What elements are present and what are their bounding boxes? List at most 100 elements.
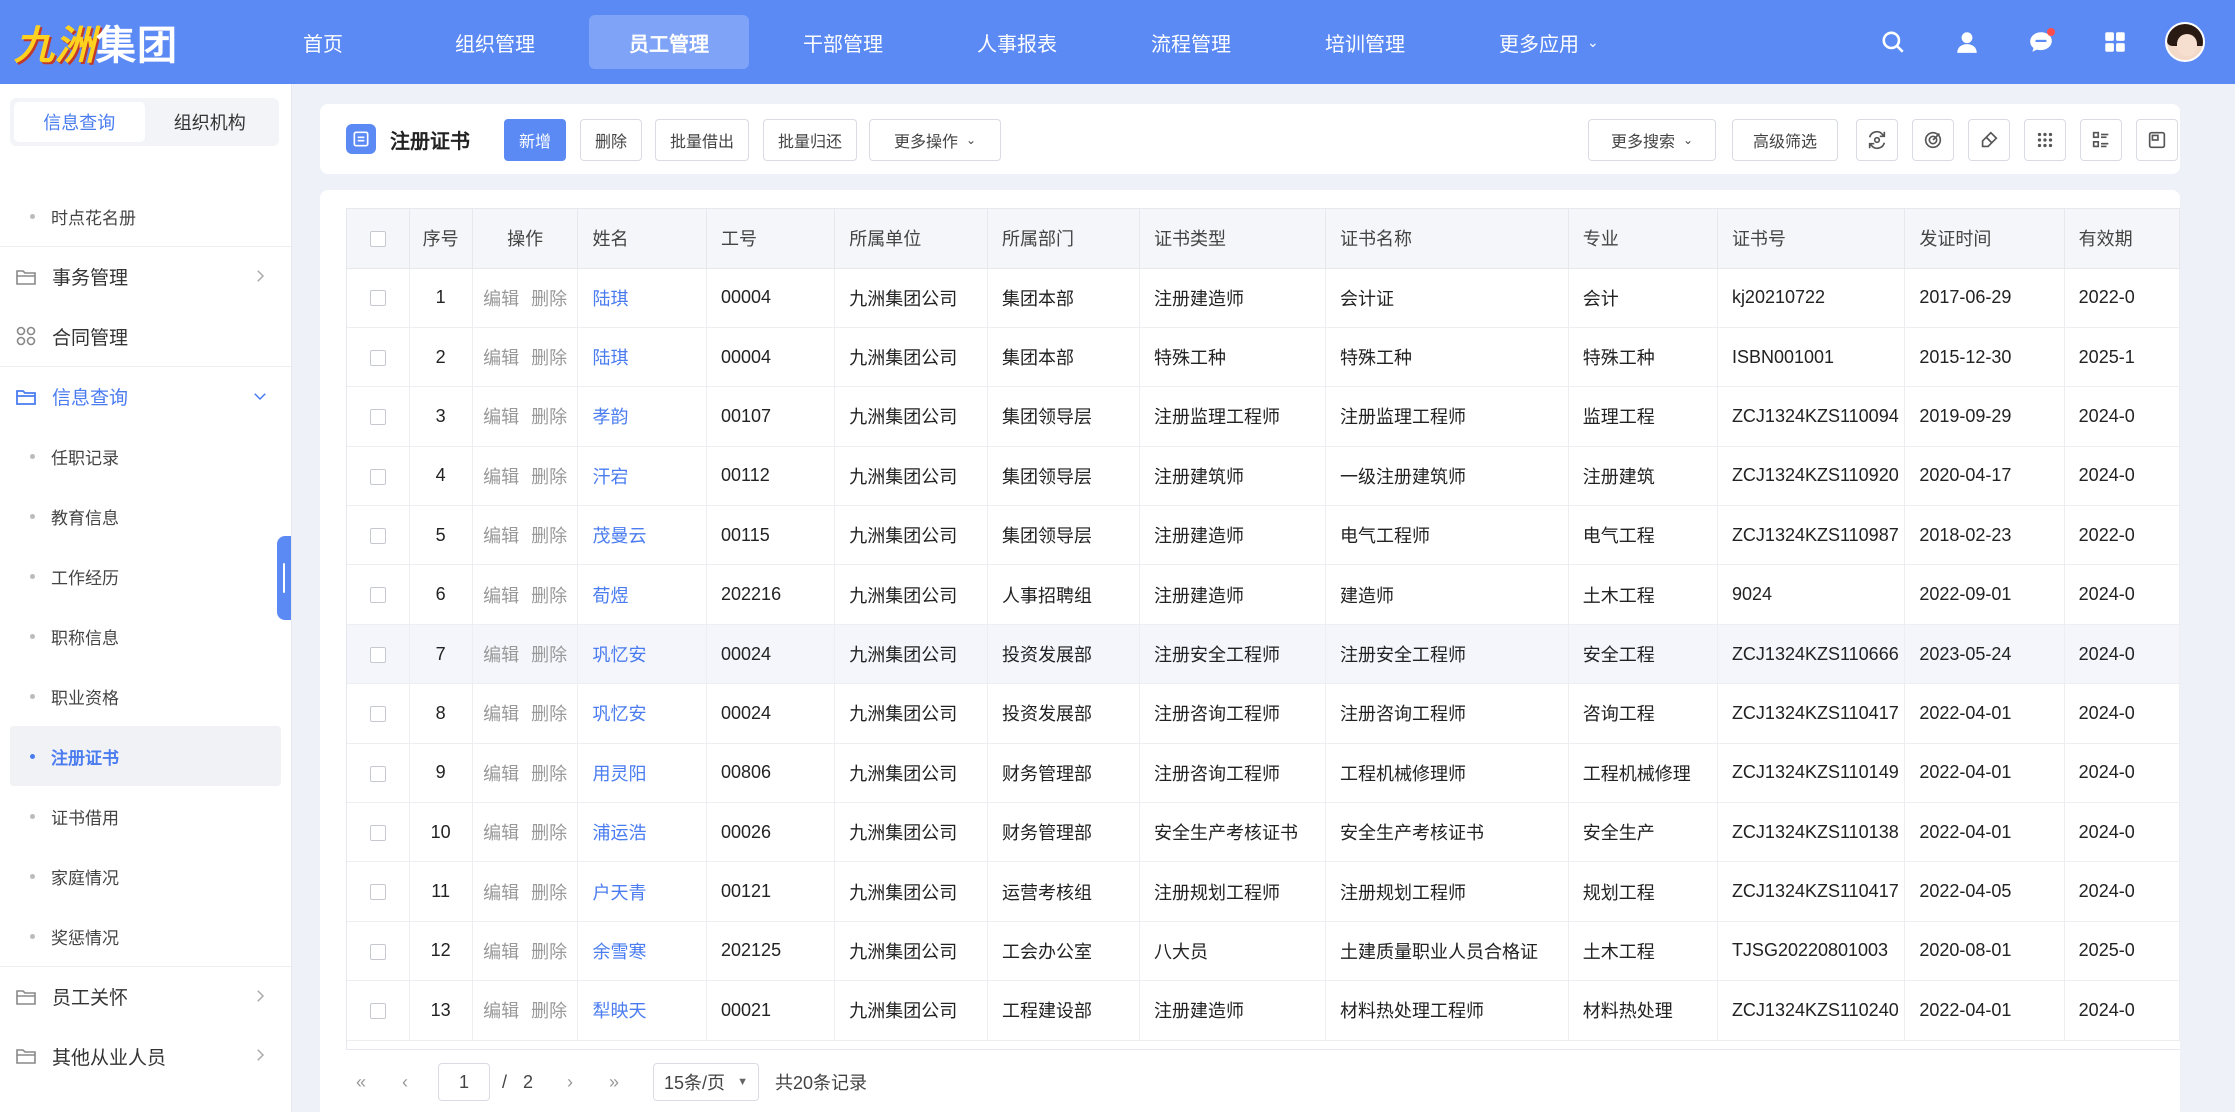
nav-item[interactable]: 首页 (245, 15, 401, 69)
checkbox[interactable] (369, 231, 386, 247)
prev-page-icon[interactable]: ‹ (390, 1067, 420, 1097)
cell-name-link[interactable]: 茂曼云 (577, 505, 708, 566)
checkbox[interactable] (369, 884, 386, 901)
refresh-icon[interactable] (1856, 119, 1898, 161)
column-header[interactable]: 序号 (409, 209, 473, 269)
cell-name-link[interactable]: 陆琪 (577, 327, 708, 388)
sidebar-group-affairs[interactable]: 事务管理 (0, 246, 291, 306)
checkbox[interactable] (369, 646, 386, 663)
row-select-cell[interactable] (347, 505, 410, 566)
column-header[interactable]: 所属部门 (987, 209, 1140, 269)
table-row[interactable]: 10 编辑 删除 浦运浩 00026 九洲集团公司 财务管理部 安全生产考核证书 安全生产考核证… (347, 802, 2180, 863)
delete-link[interactable]: 删除 (531, 645, 567, 665)
checkbox[interactable] (369, 290, 386, 307)
table-row[interactable]: 7 编辑 删除 巩忆安 00024 九洲集团公司 投资发展部 注册安全工程师 注册安全工程师 安全… (347, 624, 2180, 685)
table-row[interactable]: 11 编辑 删除 户天青 00121 九洲集团公司 运营考核组 注册规划工程师 注册规划工程师规… (347, 861, 2180, 922)
cell-name-link[interactable]: 汗宕 (577, 446, 708, 507)
row-select-cell[interactable] (347, 921, 410, 982)
delete-link[interactable]: 删除 (531, 704, 567, 724)
row-select-cell[interactable] (347, 446, 410, 507)
delete-link[interactable]: 删除 (531, 526, 567, 546)
fullscreen-icon[interactable] (2136, 119, 2178, 161)
table-row[interactable]: 2 编辑 删除 陆琪 00004 九洲集团公司 集团本部 特殊工种 特殊工种 特殊工种 ISBN00… (347, 327, 2180, 388)
delete-link[interactable]: 删除 (531, 467, 567, 487)
edit-link[interactable]: 编辑 (483, 764, 519, 784)
delete-link[interactable]: 删除 (531, 407, 567, 427)
sidebar-subitem[interactable]: 职业资格 (0, 666, 291, 726)
nav-item[interactable]: 员工管理 (589, 15, 749, 69)
column-list-icon[interactable] (2080, 119, 2122, 161)
checkbox[interactable] (369, 706, 386, 723)
sidebar-group-other-staff[interactable]: 其他从业人员 (0, 1026, 291, 1086)
checkbox[interactable] (369, 468, 386, 485)
data-table-container[interactable]: 序号 操作 姓名 工号 所属单位 所属部门 证书类型 证书名称 专业 证书号 发… (346, 208, 2180, 1050)
message-icon[interactable] (2021, 22, 2061, 62)
delete-link[interactable]: 删除 (531, 883, 567, 903)
first-page-icon[interactable]: « (346, 1067, 376, 1097)
edit-link[interactable]: 编辑 (483, 645, 519, 665)
delete-link[interactable]: 删除 (531, 586, 567, 606)
row-select-cell[interactable] (347, 386, 410, 447)
edit-link[interactable]: 编辑 (483, 467, 519, 487)
table-row[interactable]: 4 编辑 删除 汗宕 00112 九洲集团公司 集团领导层 注册建筑师 一级注册建筑师 注册建筑 Z… (347, 446, 2180, 507)
advanced-filter-button[interactable]: 高级筛选 (1732, 119, 1838, 161)
more-search-dropdown[interactable]: 更多搜索 ⌄ (1588, 119, 1716, 161)
nav-item[interactable]: 流程管理 (1111, 15, 1271, 69)
batch-return-button[interactable]: 批量归还 (763, 119, 857, 161)
sidebar-collapse-handle[interactable] (277, 536, 291, 620)
table-row[interactable]: 1 编辑 删除 陆琪 00004 九洲集团公司 集团本部 注册建造师 会计证 会计 kj202107… (347, 268, 2180, 328)
table-row[interactable]: 5 编辑 删除 茂曼云 00115 九洲集团公司 集团领导层 注册建造师 电气工程师 电气工程 ZC… (347, 505, 2180, 566)
sidebar-subitem[interactable]: 任职记录 (0, 426, 291, 486)
cell-name-link[interactable]: 巩忆安 (577, 683, 708, 744)
table-row[interactable]: 3 编辑 删除 孝韵 00107 九洲集团公司 集团领导层 注册监理工程师 注册监理工程师 监理工… (347, 386, 2180, 447)
cell-name-link[interactable]: 浦运浩 (577, 802, 708, 863)
row-select-cell[interactable] (347, 861, 410, 922)
company-logo[interactable]: 九洲 集团 (14, 16, 178, 68)
edit-link[interactable]: 编辑 (483, 883, 519, 903)
cell-name-link[interactable]: 犁映天 (577, 980, 708, 1041)
sidebar-subitem[interactable]: 教育信息 (0, 486, 291, 546)
edit-link[interactable]: 编辑 (483, 704, 519, 724)
user-avatar[interactable] (2165, 22, 2205, 62)
sidebar-subitem[interactable]: 奖惩情况 (0, 906, 291, 966)
edit-link[interactable]: 编辑 (483, 526, 519, 546)
row-select-cell[interactable] (347, 564, 410, 625)
cell-name-link[interactable]: 陆琪 (577, 268, 708, 328)
column-header[interactable]: 工号 (706, 209, 836, 269)
sidebar-tab-info-query[interactable]: 信息查询 (14, 102, 145, 142)
checkbox[interactable] (369, 1003, 386, 1020)
checkbox[interactable] (369, 765, 386, 782)
checkbox[interactable] (369, 824, 386, 841)
search-icon[interactable] (1873, 22, 1913, 62)
cell-name-link[interactable]: 荀煜 (577, 564, 708, 625)
checkbox[interactable] (369, 587, 386, 604)
row-select-cell[interactable] (347, 268, 410, 328)
sidebar-subitem[interactable]: 证书借用 (0, 786, 291, 846)
sidebar-subitem[interactable]: 家庭情况 (0, 846, 291, 906)
column-header[interactable]: 有效期 (2064, 209, 2180, 269)
apps-icon[interactable] (2095, 22, 2135, 62)
target-icon[interactable] (1912, 119, 1954, 161)
cell-name-link[interactable]: 户天青 (577, 861, 708, 922)
clear-icon[interactable] (1968, 119, 2010, 161)
checkbox[interactable] (369, 528, 386, 544)
sidebar-subitem[interactable]: 职称信息 (0, 606, 291, 666)
dots-grid-icon[interactable] (2024, 119, 2066, 161)
edit-link[interactable]: 编辑 (483, 586, 519, 606)
row-select-cell[interactable] (347, 980, 410, 1041)
page-number-input[interactable]: 1 (438, 1063, 490, 1101)
edit-link[interactable]: 编辑 (483, 942, 519, 962)
user-icon[interactable] (1947, 22, 1987, 62)
table-row[interactable]: 8 编辑 删除 巩忆安 00024 九洲集团公司 投资发展部 注册咨询工程师 注册咨询工程师 咨询… (347, 683, 2180, 744)
row-select-cell[interactable] (347, 683, 410, 744)
column-header[interactable]: 证书类型 (1139, 209, 1327, 269)
sidebar-group-contracts[interactable]: 合同管理 (0, 306, 291, 366)
sidebar-tab-org[interactable]: 组织机构 (145, 102, 276, 142)
header-select-all[interactable] (347, 209, 410, 269)
nav-item[interactable]: 组织管理 (415, 15, 575, 69)
table-row[interactable]: 13 编辑 删除 犁映天 00021 九洲集团公司 工程建设部 注册建造师 材料热处理工程师 材料… (347, 980, 2180, 1041)
delete-link[interactable]: 删除 (531, 348, 567, 368)
nav-item[interactable]: 培训管理 (1285, 15, 1445, 69)
last-page-icon[interactable]: » (599, 1067, 629, 1097)
column-header[interactable]: 所属单位 (834, 209, 989, 269)
